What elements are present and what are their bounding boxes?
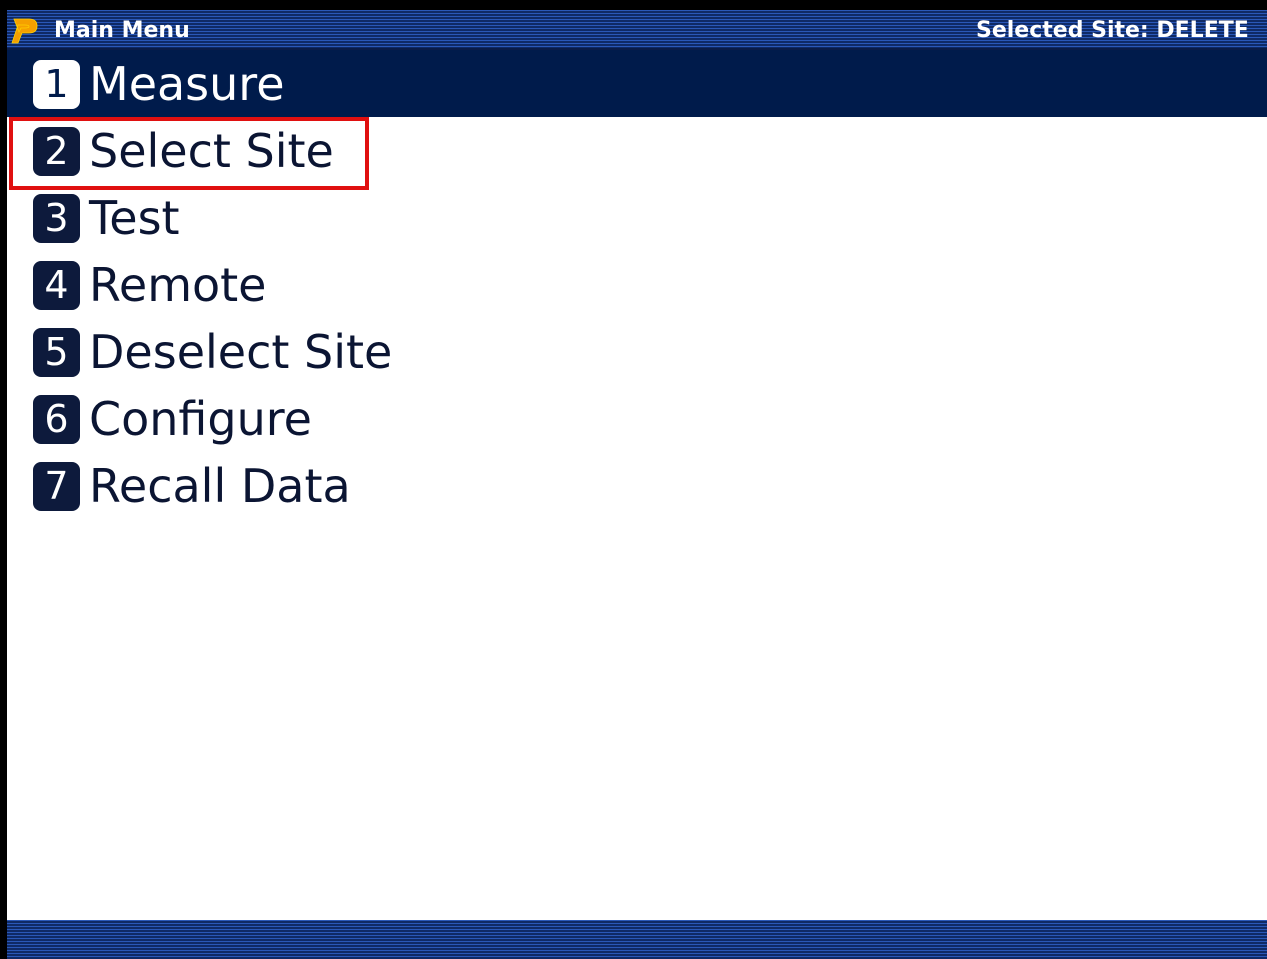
menu-label-remote: Remote bbox=[89, 258, 267, 312]
title-bar: Main Menu Selected Site: DELETE bbox=[7, 10, 1267, 50]
window-title: Main Menu bbox=[54, 18, 190, 43]
key-badge-2: 2 bbox=[33, 127, 80, 176]
key-badge-5: 5 bbox=[33, 328, 80, 377]
key-badge-1: 1 bbox=[33, 60, 80, 109]
main-menu: 1 Measure 2 Select Site 3 Test 4 Remote … bbox=[7, 50, 1267, 519]
menu-label-configure: Configure bbox=[89, 392, 312, 446]
menu-item-recall-data[interactable]: 7 Recall Data bbox=[7, 452, 1267, 519]
menu-item-measure[interactable]: 1 Measure bbox=[7, 50, 1267, 117]
menu-item-configure[interactable]: 6 Configure bbox=[7, 385, 1267, 452]
menu-item-test[interactable]: 3 Test bbox=[7, 184, 1267, 251]
key-badge-7: 7 bbox=[33, 462, 80, 511]
menu-label-select-site: Select Site bbox=[89, 124, 334, 178]
status-bar bbox=[7, 920, 1267, 959]
selected-site-status: Selected Site: DELETE bbox=[976, 18, 1249, 43]
menu-label-measure: Measure bbox=[89, 57, 285, 111]
menu-item-remote[interactable]: 4 Remote bbox=[7, 251, 1267, 318]
menu-label-recall-data: Recall Data bbox=[89, 459, 351, 513]
key-badge-4: 4 bbox=[33, 261, 80, 310]
menu-label-test: Test bbox=[89, 191, 180, 245]
key-badge-3: 3 bbox=[33, 194, 80, 243]
p-logo-icon bbox=[11, 18, 38, 44]
menu-label-deselect-site: Deselect Site bbox=[89, 325, 393, 379]
key-badge-6: 6 bbox=[33, 395, 80, 444]
menu-item-deselect-site[interactable]: 5 Deselect Site bbox=[7, 318, 1267, 385]
menu-item-select-site[interactable]: 2 Select Site bbox=[7, 117, 1267, 184]
app-window: Main Menu Selected Site: DELETE 1 Measur… bbox=[0, 0, 1267, 959]
